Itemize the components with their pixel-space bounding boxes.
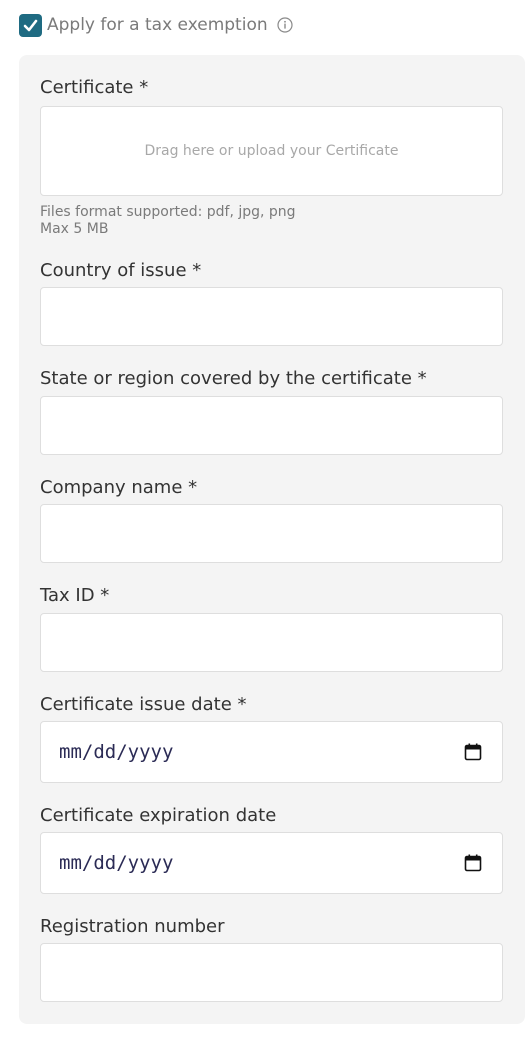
upload-hint-size: Max 5 MB xyxy=(40,221,109,237)
upload-hint-formats: Files format supported: pdf, jpg, png xyxy=(40,204,296,220)
tax-exemption-toggle-row: Apply for a tax exemption xyxy=(19,13,293,37)
country-label: Country of issue * xyxy=(40,260,202,281)
expiration-date-placeholder: mm/dd/yyyy xyxy=(59,852,174,874)
upload-hint: Files format supported: pdf, jpg, png Ma… xyxy=(40,204,296,238)
country-input[interactable] xyxy=(40,287,503,346)
tax-exemption-label[interactable]: Apply for a tax exemption xyxy=(47,15,268,35)
calendar-icon[interactable] xyxy=(464,743,482,761)
issue-date-label: Certificate issue date * xyxy=(40,694,247,715)
tax-id-label: Tax ID * xyxy=(40,585,110,606)
expiration-date-label: Certificate expiration date xyxy=(40,805,277,826)
certificate-label: Certificate * xyxy=(40,77,149,98)
company-label: Company name * xyxy=(40,477,198,498)
tax-exemption-form-page: Apply for a tax exemption Certificate * … xyxy=(0,0,532,1040)
upload-placeholder: Drag here or upload your Certificate xyxy=(144,143,399,159)
issue-date-input[interactable]: mm/dd/yyyy xyxy=(40,721,503,783)
info-circle-icon[interactable] xyxy=(277,17,293,33)
calendar-icon[interactable] xyxy=(464,854,482,872)
state-input[interactable] xyxy=(40,396,503,455)
issue-date-placeholder: mm/dd/yyyy xyxy=(59,741,174,763)
tax-id-input[interactable] xyxy=(40,613,503,672)
state-label: State or region covered by the certifica… xyxy=(40,368,427,389)
registration-number-input[interactable] xyxy=(40,943,503,1002)
certificate-upload-dropzone[interactable]: Drag here or upload your Certificate xyxy=(40,106,503,196)
company-input[interactable] xyxy=(40,504,503,563)
tax-exemption-checkbox[interactable] xyxy=(19,13,42,37)
registration-number-label: Registration number xyxy=(40,916,225,937)
expiration-date-input[interactable]: mm/dd/yyyy xyxy=(40,832,503,894)
check-icon xyxy=(23,19,38,31)
